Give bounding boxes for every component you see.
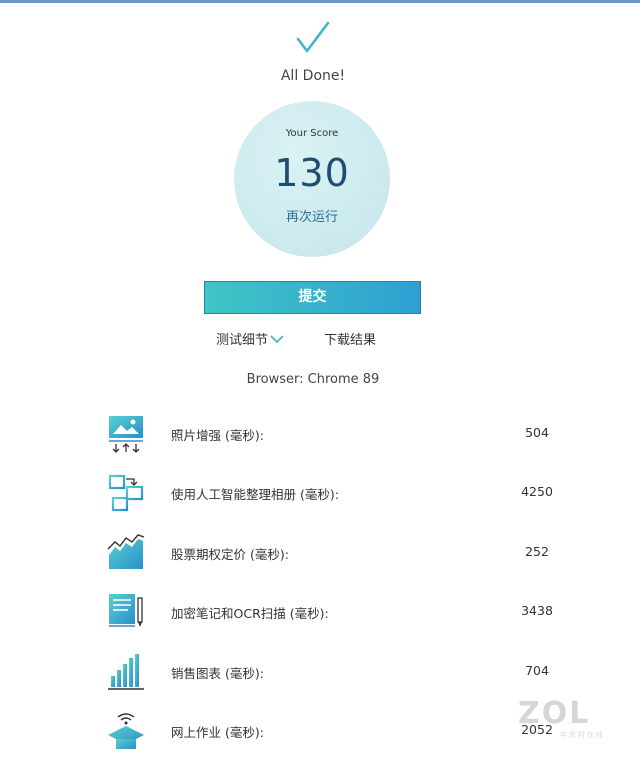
result-value: 252 [525,544,549,559]
result-row-notes-ocr: 加密笔记和OCR扫描 (毫秒): 3438 [0,592,640,642]
result-name: 股票期权定价 (毫秒): [171,547,289,562]
result-name: 销售图表 (毫秒): [171,666,264,681]
result-name: 使用人工智能整理相册 (毫秒): [171,487,339,502]
online-homework-icon [108,713,144,749]
score-circle: Your Score 130 再次运行 [234,101,390,257]
score-label: Your Score [285,128,339,139]
result-row-ai-album: 使用人工智能整理相册 (毫秒): 4250 [0,473,640,523]
watermark-sub: 中关村在线 [560,731,605,739]
score-value: 130 [274,151,350,195]
notes-ocr-icon [109,594,143,627]
test-details-label: 测试细节 [216,333,269,348]
result-row-photo-enhance: 照片增强 (毫秒): 504 [0,414,640,464]
zol-watermark: ZOL 中关村在线 [518,696,628,741]
result-name: 照片增强 (毫秒): [171,428,264,443]
download-results-link[interactable]: 下载结果 [324,329,376,348]
watermark-logo: ZOL [518,696,591,731]
result-row-stock-pricing: 股票期权定价 (毫秒): 252 [0,533,640,583]
top-border [0,0,640,3]
sales-chart-icon [108,654,144,690]
submit-button[interactable]: 提交 [204,281,421,314]
done-message: All Done! [280,68,346,84]
test-details-toggle[interactable]: 测试细节 [216,329,284,348]
chevron-down-icon [270,335,284,344]
result-value: 504 [525,425,549,440]
result-name: 网上作业 (毫秒): [171,725,264,740]
result-value: 4250 [521,484,553,499]
result-row-sales-chart: 销售图表 (毫秒): 704 [0,652,640,702]
browser-info: Browser: Chrome 89 [246,372,380,387]
checkmark-icon [296,21,330,53]
result-value: 3438 [521,603,553,618]
stock-chart-icon [107,534,145,569]
rerun-link[interactable]: 再次运行 [234,206,390,225]
ai-album-icon [108,474,144,512]
result-value: 704 [525,663,549,678]
result-name: 加密笔记和OCR扫描 (毫秒): [171,606,329,621]
photo-enhance-icon [109,416,143,453]
